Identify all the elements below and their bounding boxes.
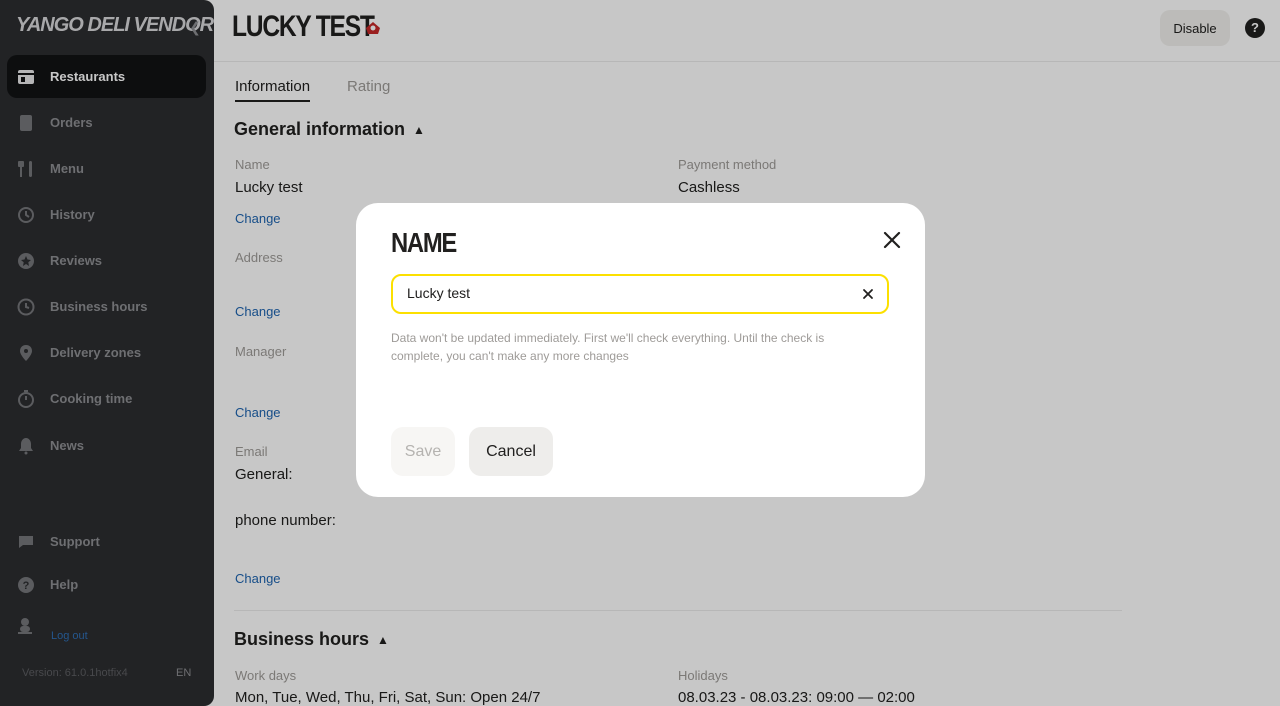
save-button[interactable]: Save xyxy=(391,427,455,476)
clear-input-icon[interactable] xyxy=(861,287,875,301)
name-field[interactable] xyxy=(391,274,889,314)
close-icon[interactable] xyxy=(882,230,902,250)
cancel-button[interactable]: Cancel xyxy=(469,427,553,476)
modal-backdrop[interactable]: NAME Data won't be updated immediately. … xyxy=(0,0,1280,706)
dialog-title: NAME xyxy=(391,227,457,258)
name-input[interactable] xyxy=(407,285,847,301)
dialog-hint: Data won't be updated immediately. First… xyxy=(391,331,825,363)
edit-name-dialog: NAME Data won't be updated immediately. … xyxy=(356,203,925,497)
